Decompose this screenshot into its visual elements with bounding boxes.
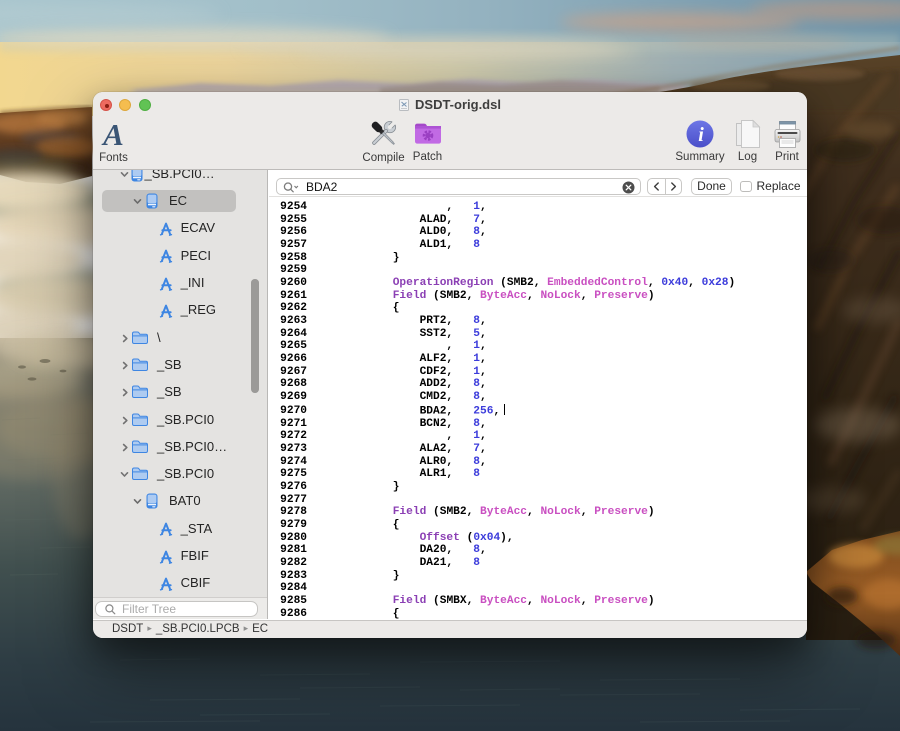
svg-text:i: i (698, 124, 704, 146)
